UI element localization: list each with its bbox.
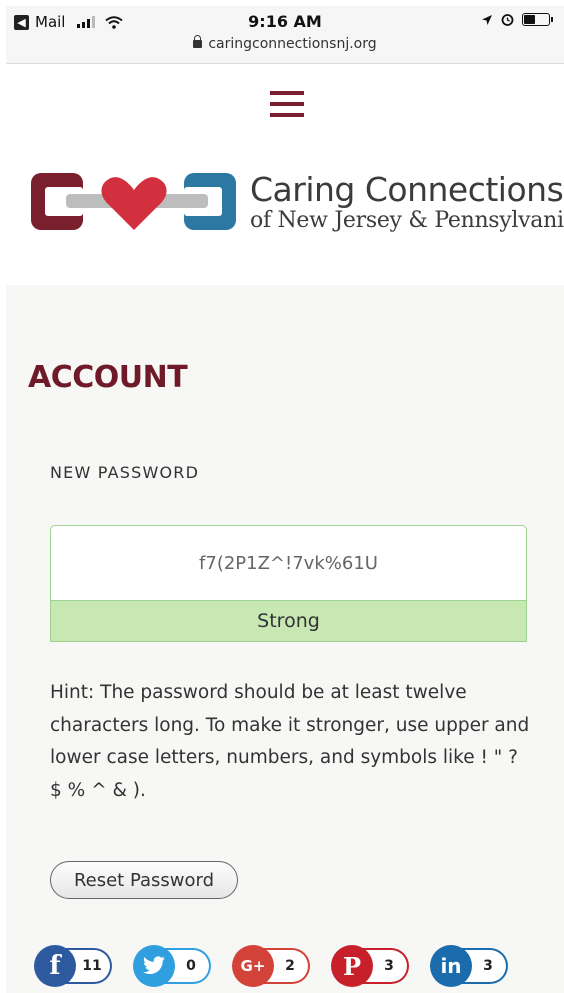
browser-status-bar: ◀ Mail 9:16 AM caringconnectionsnj.org bbox=[6, 6, 564, 64]
address-bar[interactable]: caringconnectionsnj.org bbox=[6, 35, 564, 52]
battery-icon bbox=[522, 13, 553, 26]
site-logo[interactable]: Caring Connections of New Jersey & Penns… bbox=[28, 170, 564, 236]
lock-icon bbox=[193, 35, 203, 48]
pinterest-icon: P bbox=[331, 945, 373, 987]
logo-title: Caring Connections bbox=[250, 170, 564, 209]
status-right bbox=[481, 13, 553, 26]
share-twitter[interactable]: 0 bbox=[133, 945, 211, 987]
menu-bar-icon bbox=[270, 113, 304, 117]
menu-button[interactable] bbox=[270, 91, 304, 121]
location-icon bbox=[482, 14, 492, 25]
share-google-plus[interactable]: G+ 2 bbox=[232, 945, 310, 987]
menu-bar-icon bbox=[270, 102, 304, 106]
logo-text: Caring Connections of New Jersey & Penns… bbox=[250, 172, 564, 234]
alarm-icon bbox=[501, 14, 514, 26]
share-facebook[interactable]: f 11 bbox=[34, 945, 112, 987]
twitter-icon bbox=[133, 945, 175, 987]
facebook-icon: f bbox=[34, 945, 76, 987]
menu-bar-icon bbox=[270, 91, 304, 95]
new-password-label: NEW PASSWORD bbox=[50, 463, 200, 482]
new-password-input[interactable] bbox=[50, 525, 527, 601]
logo-subtitle: of New Jersey & Pennsylvania bbox=[250, 208, 564, 233]
password-strength-indicator: Strong bbox=[50, 600, 527, 642]
linkedin-icon: in bbox=[430, 945, 472, 987]
reset-password-button[interactable]: Reset Password bbox=[50, 861, 238, 899]
page-title: ACCOUNT bbox=[28, 360, 188, 395]
password-hint: Hint: The password should be at least tw… bbox=[50, 682, 530, 801]
chain-heart-logo-icon bbox=[31, 173, 236, 230]
share-linkedin[interactable]: in 3 bbox=[430, 945, 508, 987]
google-plus-icon: G+ bbox=[232, 945, 274, 987]
url-text: caringconnectionsnj.org bbox=[208, 36, 377, 52]
share-pinterest[interactable]: P 3 bbox=[331, 945, 409, 987]
